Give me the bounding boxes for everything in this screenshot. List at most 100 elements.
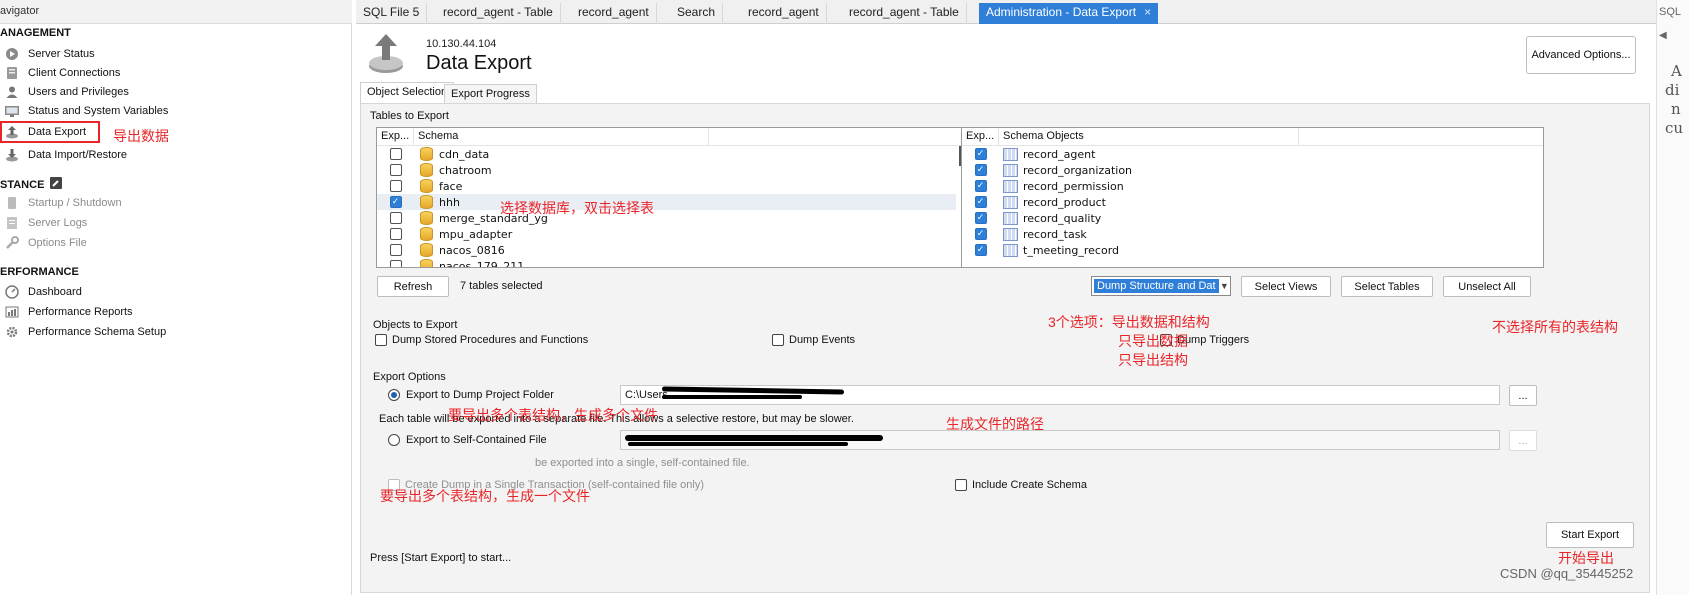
checkbox[interactable]: ✓: [974, 164, 987, 176]
nav-options-file[interactable]: Options File: [0, 233, 87, 252]
object-row[interactable]: ✓ record_product: [962, 194, 1543, 210]
schema-name: hhh: [439, 195, 460, 209]
schema-name: nacos_0816: [439, 243, 505, 257]
right-text: A: [1671, 62, 1682, 80]
wrench-box-icon: [50, 177, 63, 192]
start-export-button[interactable]: Start Export: [1546, 522, 1634, 548]
gear-icon: [4, 325, 20, 339]
nav-client-connections[interactable]: Client Connections: [0, 63, 120, 82]
nav-data-export[interactable]: Data Export: [0, 121, 100, 143]
annotation-select-db: 选择数据库，双击选择表: [500, 200, 654, 216]
nav-server-logs[interactable]: Server Logs: [0, 213, 87, 232]
nav-data-import[interactable]: Data Import/Restore: [0, 145, 127, 164]
subtab-object-selection[interactable]: Object Selection: [360, 82, 455, 103]
redaction-mark: [662, 395, 802, 399]
browse-file-button[interactable]: ...: [1509, 430, 1537, 451]
radio-button[interactable]: [388, 389, 400, 401]
option-label: Export to Dump Project Folder: [406, 389, 554, 401]
nav-label: Startup / Shutdown: [28, 196, 122, 209]
advanced-options-button[interactable]: Advanced Options...: [1526, 36, 1636, 74]
object-name: t_meeting_record: [1023, 243, 1120, 257]
checkbox[interactable]: [389, 260, 402, 267]
nav-performance-schema-setup[interactable]: Performance Schema Setup: [0, 322, 166, 341]
annotation-three-options: 3个选项：导出数据和结构: [1048, 314, 1210, 330]
checkbox[interactable]: ✓: [389, 196, 402, 208]
schema-row[interactable]: mpu_adapter: [377, 226, 965, 242]
tab-record-agent-table-2[interactable]: record_agent - Table: [842, 3, 967, 24]
nav-server-status[interactable]: Server Status: [0, 44, 95, 63]
dump-mode-select[interactable]: Dump Structure and Dat ▼: [1091, 276, 1231, 296]
database-icon: [420, 227, 433, 241]
redaction-mark: [628, 442, 848, 446]
radio-button[interactable]: [388, 434, 400, 446]
schema-row[interactable]: merge_standard_yg: [377, 210, 965, 226]
database-icon: [420, 179, 433, 193]
nav-performance-reports[interactable]: Performance Reports: [0, 302, 133, 321]
export-file-radio[interactable]: Export to Self-Contained File: [388, 434, 547, 446]
checkbox[interactable]: [955, 479, 967, 491]
schema-row[interactable]: cdn_data: [377, 146, 965, 162]
checkbox[interactable]: ✓: [974, 196, 987, 208]
schema-rows: cdn_data chatroom face ✓ hhh merge_standard_y…: [377, 146, 965, 267]
object-row[interactable]: ✓ record_task: [962, 226, 1543, 242]
schema-row[interactable]: nacos_179_211: [377, 258, 965, 267]
checkbox-cell: ✓: [962, 244, 999, 256]
schema-objects-list[interactable]: Exp... Schema Objects ✓ record_agent ✓ reco…: [961, 127, 1544, 268]
schema-row[interactable]: face: [377, 178, 965, 194]
tab-sql-file-5[interactable]: SQL File 5: [356, 3, 428, 24]
include-create-schema-checkbox[interactable]: Include Create Schema: [955, 479, 1087, 491]
object-row[interactable]: ✓ t_meeting_record: [962, 242, 1543, 258]
export-folder-radio[interactable]: Export to Dump Project Folder: [388, 389, 554, 401]
object-row[interactable]: ✓ record_quality: [962, 210, 1543, 226]
checkbox[interactable]: ✓: [974, 148, 987, 160]
nav-label: Data Import/Restore: [28, 148, 128, 161]
nav-startup-shutdown[interactable]: Startup / Shutdown: [0, 193, 122, 212]
unselect-all-button[interactable]: Unselect All: [1443, 276, 1531, 297]
tab-record-agent-table[interactable]: record_agent - Table: [436, 3, 561, 24]
checkbox[interactable]: [772, 334, 784, 346]
subtab-export-progress[interactable]: Export Progress: [444, 84, 537, 103]
refresh-button[interactable]: Refresh: [377, 276, 449, 297]
schema-row[interactable]: nacos_0816: [377, 242, 965, 258]
group-label: Tables to Export: [370, 110, 449, 122]
checkbox[interactable]: [389, 180, 402, 192]
checkbox[interactable]: ✓: [974, 244, 987, 256]
checkbox[interactable]: ✓: [974, 212, 987, 224]
object-row[interactable]: ✓ record_permission: [962, 178, 1543, 194]
collapse-arrow-icon[interactable]: ◀: [1659, 30, 1667, 41]
tab-search[interactable]: Search: [670, 3, 724, 24]
tab-administration-data-export[interactable]: Administration - Data Export ×: [979, 3, 1159, 24]
close-icon[interactable]: ×: [1144, 5, 1151, 19]
checkbox[interactable]: [389, 228, 402, 240]
tab-record-agent-2[interactable]: record_agent: [741, 3, 827, 24]
nav-label: Dashboard: [28, 285, 82, 298]
browse-folder-button[interactable]: ...: [1509, 385, 1537, 406]
right-tab[interactable]: SQL: [1659, 6, 1681, 18]
checkbox[interactable]: [389, 148, 402, 160]
nav-status-variables[interactable]: Status and System Variables: [0, 101, 168, 120]
schema-row[interactable]: ✓ hhh: [377, 194, 965, 210]
right-text: n: [1671, 100, 1681, 118]
nav-users-privileges[interactable]: Users and Privileges: [0, 82, 129, 101]
checkbox[interactable]: ✓: [974, 228, 987, 240]
checkbox[interactable]: [375, 334, 387, 346]
nav-dashboard[interactable]: Dashboard: [0, 282, 82, 301]
host-address: 10.130.44.104: [426, 38, 497, 50]
object-row[interactable]: ✓ record_agent: [962, 146, 1543, 162]
export-icon: [4, 125, 20, 139]
checkbox[interactable]: ✓: [974, 180, 987, 192]
checkbox[interactable]: [389, 244, 402, 256]
select-tables-button[interactable]: Select Tables: [1341, 276, 1433, 297]
tab-record-agent[interactable]: record_agent: [571, 3, 657, 24]
object-row[interactable]: ✓ record_organization: [962, 162, 1543, 178]
dump-events-checkbox[interactable]: Dump Events: [772, 334, 855, 346]
right-side-panel: SQL ◀ A di n cu: [1656, 0, 1689, 595]
select-views-button[interactable]: Select Views: [1241, 276, 1331, 297]
schema-list[interactable]: Exp... Schema cdn_data chatroom face ✓ hhh me…: [376, 127, 966, 268]
checkbox[interactable]: [389, 164, 402, 176]
schema-row[interactable]: chatroom: [377, 162, 965, 178]
dump-routines-checkbox[interactable]: Dump Stored Procedures and Functions: [375, 334, 588, 346]
object-name: record_agent: [1023, 147, 1096, 161]
checkbox-cell: [377, 212, 414, 224]
checkbox[interactable]: [389, 212, 402, 224]
